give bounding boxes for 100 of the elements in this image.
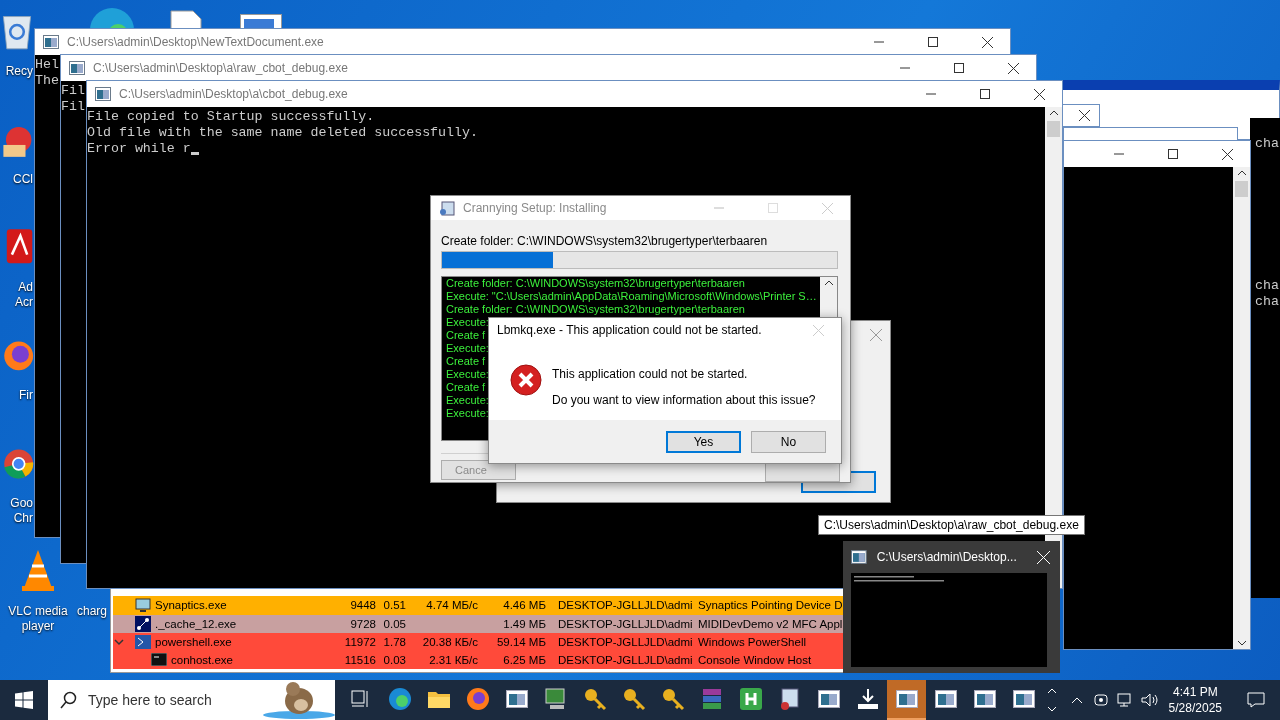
edge-icon bbox=[387, 687, 412, 711]
console-line: Fil bbox=[61, 99, 85, 115]
close-icon bbox=[1036, 550, 1050, 564]
console-window-icon bbox=[817, 690, 840, 708]
console-window-icon bbox=[973, 690, 996, 708]
maximize-icon bbox=[1168, 149, 1178, 159]
desktop-icon-label[interactable]: Goo Chr bbox=[0, 496, 33, 526]
pid-cell-text: 11972 bbox=[343, 635, 376, 648]
console-line: Fil bbox=[61, 83, 85, 99]
description-cell: MIDIDevDemo v2 MFC Appl bbox=[698, 617, 843, 630]
maximize-icon bbox=[954, 63, 964, 73]
console-window-icon bbox=[505, 690, 528, 708]
io-cell-text: 4.74 МБ/с bbox=[425, 599, 478, 612]
window-title: C:\Users\admin\Desktop\NewTextDocument.exe bbox=[67, 35, 325, 49]
process-row[interactable]: Synaptics.exe 9448 0.51 4.74 МБ/с 4.46 МБ DESKTOP-JGLLJLD\admi Synaptics Pointing Device D bbox=[113, 596, 843, 615]
close-icon bbox=[1221, 148, 1233, 160]
close-icon bbox=[812, 324, 824, 336]
console-line: cha bbox=[1255, 294, 1280, 310]
dialog-title: Lbmkq.exe - This application could not be started. bbox=[497, 323, 763, 337]
clock-time: 4:41 PM bbox=[1172, 684, 1218, 700]
close-icon bbox=[981, 36, 993, 48]
pid-cell-text: 9448 bbox=[349, 599, 376, 612]
powershell-icon bbox=[135, 634, 151, 649]
firefox-icon bbox=[465, 687, 490, 711]
download-icon bbox=[855, 688, 880, 710]
tooltip: C:\Users\admin\Desktop\a\raw_cbot_debug.exe bbox=[818, 515, 1085, 535]
description-cell: Synaptics Pointing Device D bbox=[698, 599, 843, 612]
memory-cell-text: 6.25 МБ bbox=[502, 653, 546, 666]
description-cell-text: Console Window Host bbox=[698, 653, 813, 666]
description-cell-text: Windows PowerShell bbox=[698, 635, 807, 648]
console-line: cha bbox=[1255, 136, 1280, 152]
error-question: Do you want to view information about this issue? bbox=[552, 393, 816, 407]
console-icon bbox=[43, 35, 59, 49]
console-line: The bbox=[35, 73, 59, 89]
key-icon bbox=[660, 687, 685, 711]
windows-logo-icon bbox=[15, 691, 33, 709]
console-line: Error while r bbox=[87, 141, 191, 157]
volume-icon bbox=[1140, 692, 1159, 708]
console-window-icon bbox=[934, 690, 957, 708]
desktop-icon-label[interactable]: VLC media player bbox=[8, 604, 68, 634]
close-icon bbox=[821, 202, 833, 214]
cpu-cell-text: 0.03 bbox=[382, 653, 406, 666]
error-icon bbox=[510, 364, 542, 396]
console-icon bbox=[69, 61, 85, 75]
scrollbar[interactable] bbox=[1233, 167, 1250, 649]
desktop-icon-label[interactable]: CCl bbox=[0, 172, 33, 187]
io-cell-text: 20.38 КБ/с bbox=[421, 635, 478, 648]
io-cell-text: 2.31 КБ/с bbox=[428, 653, 478, 666]
installer-icon bbox=[439, 200, 455, 216]
maximize-icon bbox=[928, 37, 938, 47]
scroll-thumb[interactable] bbox=[1047, 121, 1060, 137]
scroll-thumb[interactable] bbox=[1235, 181, 1248, 197]
console-line: File copied to Startup successfully. bbox=[87, 109, 375, 125]
process-name: conhost.exe bbox=[171, 653, 233, 666]
yes-button[interactable]: Yes bbox=[666, 430, 741, 453]
user-cell-text: DESKTOP-JGLLJLD\admi bbox=[558, 599, 694, 612]
close-icon bbox=[870, 329, 882, 341]
memory-cell-text: 59.14 МБ bbox=[495, 635, 546, 648]
log-line: Create f bbox=[446, 329, 486, 343]
camera-icon bbox=[1092, 692, 1109, 708]
process-name: Synaptics.exe bbox=[155, 599, 227, 612]
console-line: Old file with the same name deleted successfully. bbox=[87, 125, 478, 141]
log-line: Execute: "C:\Users\admin\AppData\Roaming\Microsoft\Windows\Printer S… bbox=[446, 290, 817, 304]
minimize-icon bbox=[926, 93, 936, 95]
cpu-cell-text: 0.51 bbox=[382, 599, 406, 612]
taskbar-thumbnail[interactable]: C:\Users\admin\Desktop... bbox=[843, 541, 1060, 673]
monitor-icon bbox=[135, 598, 151, 613]
log-line: Execute: bbox=[446, 342, 489, 356]
close-icon bbox=[1078, 110, 1090, 121]
key-icon bbox=[582, 687, 607, 711]
console-window-icon bbox=[895, 690, 918, 708]
log-line: Create folder: C:\WINDOWS\system32\brugertyper\terbaaren bbox=[446, 303, 745, 317]
notification-icon bbox=[1247, 692, 1265, 708]
log-line: Create f bbox=[446, 381, 486, 395]
console-window-icon bbox=[1012, 690, 1035, 708]
user-cell-text: DESKTOP-JGLLJLD\admi bbox=[558, 635, 694, 648]
dialog-title: Crannying Setup: Installing bbox=[463, 201, 608, 215]
desktop-icon-label[interactable]: Fir bbox=[0, 388, 33, 403]
minimize-icon bbox=[714, 207, 724, 209]
search-field[interactable]: Type here to search bbox=[48, 680, 335, 720]
memory-cell-text: 4.46 МБ bbox=[502, 599, 546, 612]
cpu-cell-text: 0.05 bbox=[382, 617, 406, 630]
minimize-icon bbox=[1114, 153, 1124, 155]
key-icon bbox=[621, 687, 646, 711]
network-icon bbox=[135, 615, 151, 632]
task-view-icon bbox=[350, 690, 371, 708]
window-title: C:\Users\admin\Desktop\a\cbot_debug.exe bbox=[119, 87, 349, 101]
install-status: Create folder: C:\WINDOWS\system32\brugertyper\terbaaren bbox=[441, 234, 769, 248]
pid-cell-text: 11516 bbox=[343, 653, 376, 666]
desktop-icon-label[interactable]: Recy bbox=[0, 64, 33, 79]
log-line: Execute: bbox=[446, 407, 489, 421]
no-button[interactable]: No bbox=[751, 430, 826, 453]
clock[interactable]: 4:41 PM 5/28/2025 bbox=[1158, 684, 1232, 716]
folder-icon bbox=[426, 689, 451, 709]
chevron-up-icon bbox=[1070, 696, 1083, 704]
computer-icon bbox=[543, 687, 568, 711]
desktop-icon-label[interactable]: Ad Acr bbox=[0, 280, 33, 310]
desktop-icon-label[interactable]: charg bbox=[77, 604, 108, 619]
minimize-icon bbox=[874, 41, 884, 43]
log-line: Execute: bbox=[446, 316, 489, 330]
